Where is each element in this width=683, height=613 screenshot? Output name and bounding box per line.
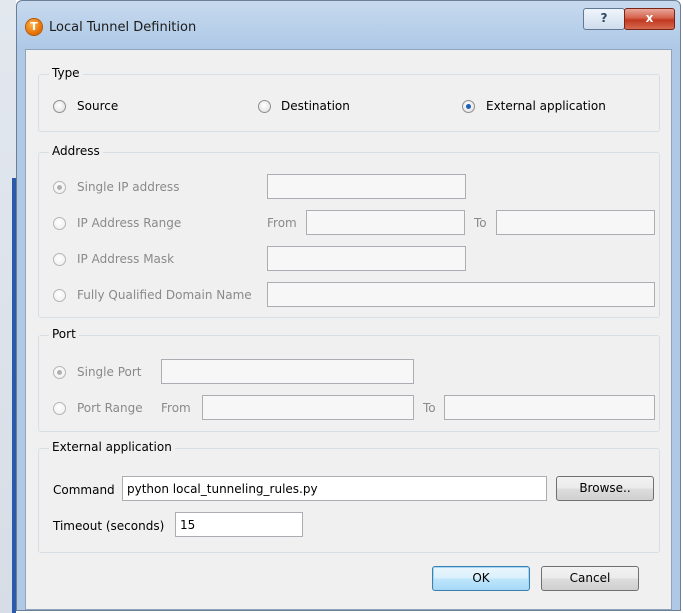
dialog-body: Type Source Destination External applica… (25, 49, 672, 610)
timeout-field[interactable] (175, 512, 303, 537)
browse-button[interactable]: Browse.. (556, 476, 654, 501)
ip-range-from-label: From (267, 216, 297, 230)
ip-range-to-label: To (474, 216, 487, 230)
command-input[interactable] (123, 477, 546, 500)
help-button[interactable]: ? (583, 8, 625, 30)
ok-button[interactable]: OK (432, 566, 530, 591)
close-button[interactable]: x (624, 8, 675, 30)
ip-mask-field[interactable] (267, 246, 466, 271)
radio-fqdn-label[interactable]: Fully Qualified Domain Name (77, 288, 252, 302)
radio-ip-mask[interactable] (53, 253, 66, 266)
single-port-input[interactable] (162, 360, 413, 383)
ip-mask-input[interactable] (268, 247, 465, 270)
window-title: Local Tunnel Definition (49, 20, 197, 35)
port-group-title: Port (49, 327, 79, 341)
radio-ip-range[interactable] (53, 217, 66, 230)
radio-selected-dot (57, 185, 62, 190)
fqdn-field[interactable] (267, 282, 655, 307)
type-group-title: Type (49, 66, 83, 80)
command-field[interactable] (122, 476, 547, 501)
radio-ip-range-label[interactable]: IP Address Range (77, 216, 181, 230)
radio-selected-dot (57, 370, 62, 375)
ip-range-to-field[interactable] (496, 210, 655, 235)
external-application-group: External application Command Browse.. Ti… (38, 440, 660, 553)
port-range-to-input[interactable] (445, 396, 654, 419)
address-group-title: Address (49, 144, 103, 158)
port-range-from-field[interactable] (202, 395, 414, 420)
single-ip-field[interactable] (267, 174, 466, 199)
radio-destination[interactable] (258, 100, 271, 113)
timeout-input[interactable] (176, 513, 302, 536)
radio-single-port-label[interactable]: Single Port (77, 365, 142, 379)
ip-range-from-input[interactable] (307, 211, 464, 234)
port-range-to-label: To (423, 401, 436, 415)
radio-source[interactable] (53, 100, 66, 113)
command-label: Command (53, 483, 115, 497)
port-range-from-label: From (161, 401, 191, 415)
single-port-field[interactable] (161, 359, 414, 384)
fqdn-input[interactable] (268, 283, 654, 306)
dialog-window: T Local Tunnel Definition ? x Type Sourc… (16, 0, 681, 611)
cancel-button[interactable]: Cancel (541, 566, 639, 591)
single-ip-input[interactable] (268, 175, 465, 198)
radio-fqdn[interactable] (53, 289, 66, 302)
radio-single-port[interactable] (53, 366, 66, 379)
ip-range-from-field[interactable] (306, 210, 465, 235)
ip-range-to-input[interactable] (497, 211, 654, 234)
title-bar[interactable]: T Local Tunnel Definition ? x (17, 1, 680, 49)
radio-port-range[interactable] (53, 402, 66, 415)
radio-selected-dot (466, 104, 471, 109)
external-application-group-title: External application (49, 440, 175, 454)
radio-source-label[interactable]: Source (77, 99, 118, 113)
radio-single-ip[interactable] (53, 181, 66, 194)
background-window-edge (0, 0, 16, 613)
timeout-label: Timeout (seconds) (53, 519, 165, 533)
port-range-to-field[interactable] (444, 395, 655, 420)
radio-destination-label[interactable]: Destination (281, 99, 350, 113)
type-group: Type Source Destination External applica… (38, 66, 660, 132)
radio-external-application-label[interactable]: External application (486, 99, 606, 113)
radio-single-ip-label[interactable]: Single IP address (77, 180, 179, 194)
radio-external-application[interactable] (462, 100, 475, 113)
radio-ip-mask-label[interactable]: IP Address Mask (77, 252, 174, 266)
radio-port-range-label[interactable]: Port Range (77, 401, 143, 415)
app-icon: T (26, 19, 42, 35)
address-group: Address Single IP address IP Address Ran… (38, 144, 660, 318)
port-range-from-input[interactable] (203, 396, 413, 419)
port-group: Port Single Port Port Range From To (38, 327, 660, 432)
